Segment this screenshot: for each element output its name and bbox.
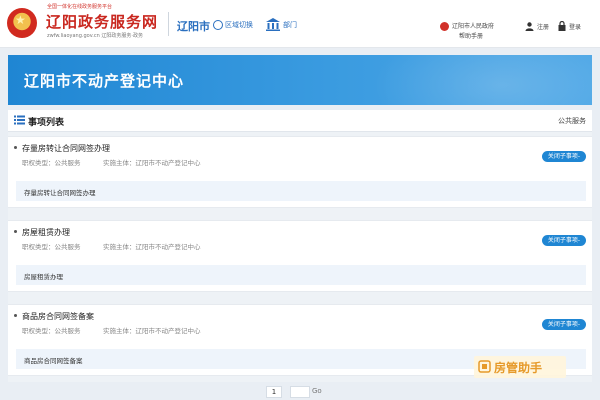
matter-implementing-org: 实施主体：辽阳市不动产登记中心	[103, 327, 201, 335]
sub-matter-label[interactable]: 商品房合同网签备案	[24, 355, 83, 365]
collapse-subitems-button[interactable]: 关闭子事项-	[541, 319, 586, 330]
gov-link[interactable]: 辽阳市人民政府	[452, 21, 494, 30]
brand-domain-text: zwfw.liaoyang.gov.cn	[47, 33, 100, 39]
bullet-icon	[14, 146, 17, 149]
matter-title[interactable]: 商品房合同网签备案	[22, 311, 94, 322]
matter-implementing-org: 实施主体：辽阳市不动产登记中心	[103, 159, 201, 167]
matter-implementing-org: 实施主体：辽阳市不动产登记中心	[103, 243, 201, 251]
list-icon	[14, 115, 25, 125]
site-logo-title[interactable]: 辽阳政务服务网	[46, 11, 158, 32]
watermark-text: 房管助手	[494, 361, 543, 375]
government-emblem-icon	[440, 22, 449, 31]
login-link[interactable]: 登录	[569, 22, 581, 31]
page-jump-input[interactable]	[290, 386, 310, 398]
watermark: 房管助手	[474, 356, 566, 378]
bullet-icon	[14, 314, 17, 317]
matter-authority-type: 职权类型：公共服务	[22, 327, 81, 335]
department-building-icon[interactable]	[266, 18, 280, 31]
lock-icon[interactable]	[558, 21, 566, 31]
brand-sub-text: 辽阳政务服务·政务	[101, 33, 143, 39]
header-divider	[168, 12, 169, 36]
matter-title[interactable]: 存量房转让合同网签办理	[22, 143, 110, 154]
service-type-label[interactable]: 公共服务	[558, 116, 586, 126]
section-title: 事项列表	[28, 118, 65, 128]
matter-authority-type: 职权类型：公共服务	[22, 159, 81, 167]
section-header: 事项列表 公共服务	[8, 110, 592, 132]
brand-domain: zwfw.liaoyang.gov.cn 辽阳政务服务·政务	[47, 32, 143, 39]
collapse-subitems-button[interactable]: 关闭子事项-	[541, 151, 586, 162]
brand-tagline: 全国一体化在线政务服务平台	[47, 4, 113, 10]
house-manager-logo-icon	[478, 360, 491, 373]
department-link[interactable]: 部门	[283, 20, 297, 30]
page-number-current[interactable]: 1	[266, 386, 282, 398]
matter-item: 房屋租赁办理 职权类型：公共服务 实施主体：辽阳市不动产登记中心 关闭子事项- …	[8, 220, 592, 292]
help-manual-link[interactable]: 帮助手册	[459, 31, 483, 40]
sub-matter-row[interactable]: 存量房转让合同网签办理	[16, 181, 586, 201]
region-switch-link[interactable]: 区域切换	[225, 20, 253, 30]
matters-panel: 事项列表 公共服务 存量房转让合同网签办理 职权类型：公共服务 实施主体：辽阳市…	[8, 110, 592, 382]
national-emblem-icon	[7, 8, 37, 38]
top-header: 全国一体化在线政务服务平台 辽阳政务服务网 zwfw.liaoyang.gov.…	[0, 0, 600, 48]
collapse-subitems-button[interactable]: 关闭子事项-	[541, 235, 586, 246]
matter-authority-type: 职权类型：公共服务	[22, 243, 81, 251]
bullet-icon	[14, 230, 17, 233]
sub-matter-row[interactable]: 房屋租赁办理	[16, 265, 586, 285]
page-go-button[interactable]: Go	[312, 387, 322, 395]
sub-matter-label[interactable]: 房屋租赁办理	[24, 271, 63, 281]
location-icon[interactable]	[213, 20, 223, 30]
page-title: 辽阳市不动产登记中心	[24, 72, 185, 90]
current-city: 辽阳市	[177, 20, 210, 33]
sub-matter-label[interactable]: 存量房转让合同网签办理	[24, 187, 96, 197]
register-link[interactable]: 注册	[537, 22, 549, 31]
matter-item: 存量房转让合同网签办理 职权类型：公共服务 实施主体：辽阳市不动产登记中心 关闭…	[8, 136, 592, 208]
user-icon[interactable]	[525, 22, 534, 31]
matter-title[interactable]: 房屋租赁办理	[22, 227, 70, 238]
page-banner: 辽阳市不动产登记中心	[8, 55, 592, 105]
